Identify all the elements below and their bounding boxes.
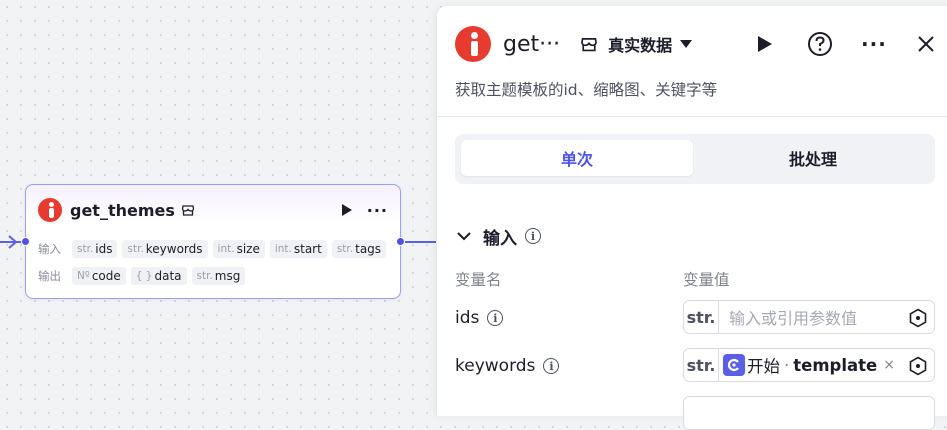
output-chip: Nº code [72,267,126,285]
inputs-label: 输入 [38,242,61,256]
ref-source-label: 开始 [747,357,780,376]
info-icon[interactable]: i [487,310,504,326]
node-inputs-row: 输入 str. ids str. keywords int. size int. sta… [38,240,391,258]
store-icon [581,38,598,52]
run-icon[interactable] [341,203,353,217]
outgoing-edge [405,241,436,243]
node-more-icon[interactable]: ··· [367,201,388,220]
param-name-keywords: keywords i [455,356,560,376]
variable-ref-icon[interactable] [908,356,928,376]
remove-ref-icon[interactable]: × [883,357,895,373]
edge-arrow-icon [8,235,18,249]
node-detail-panel: get··· 真实数据 ··· 获取主题模板的id、缩略图、关键字等 单次 批处… [436,6,947,430]
tab-single[interactable]: 单次 [461,140,693,176]
panel-more-icon[interactable]: ··· [861,32,887,56]
ids-input-placeholder[interactable]: 输入或引用参数值 [729,305,857,329]
tab-batch[interactable]: 批处理 [697,140,929,176]
node-outputs-row: 输出 Nº code { } data str. msg [38,267,250,285]
outputs-label: 输出 [38,269,61,283]
col-header-value: 变量值 [683,271,730,289]
info-icon[interactable]: i [525,228,541,244]
ids-value-field[interactable]: str. 输入或引用参数值 [683,300,935,334]
output-port[interactable] [396,237,405,246]
panel-description: 获取主题模板的id、缩略图、关键字等 [455,81,718,99]
type-str-label: str. [684,301,719,333]
plugin-logo-icon [455,26,491,62]
panel-title[interactable]: get··· [503,32,560,57]
store-icon [181,205,195,216]
chevron-down-icon[interactable] [457,231,471,241]
variable-ref-icon[interactable] [908,308,928,328]
input-chip: int. size [212,240,265,258]
output-chip: str. msg [191,267,246,285]
col-header-name: 变量名 [455,271,502,289]
param-name-ids: ids i [455,308,504,328]
caret-down-icon [680,40,693,48]
close-icon[interactable] [917,35,935,53]
node-title: get_themes [70,200,175,220]
data-mode-dropdown[interactable]: 真实数据 [608,32,693,56]
plugin-logo-icon [38,198,62,222]
run-icon[interactable] [757,35,773,53]
help-icon[interactable] [807,31,833,57]
ref-separator: · [784,355,790,375]
input-section-title: 输入 [483,228,517,249]
variable-reference-tag[interactable]: 开始 · template × [723,353,895,377]
input-chip: str. keywords [122,240,208,258]
input-chip: int. start [269,240,327,258]
keywords-value-field[interactable]: str. 开始 · template × [683,348,935,382]
input-chip: str. ids [72,240,118,258]
info-icon[interactable]: i [543,358,560,374]
input-section-header[interactable]: 输入 i [457,224,541,249]
data-mode-label: 真实数据 [608,36,673,55]
input-port[interactable] [21,237,30,246]
output-chip: { } data [130,267,187,285]
next-param-field[interactable] [683,396,935,430]
start-node-icon [723,354,745,376]
ref-variable-label: template [793,355,878,375]
input-chip: str. tags [331,240,387,258]
plugin-node-card[interactable]: get_themes ··· 输入 str. ids str. keywords i… [21,184,405,299]
type-str-label: str. [684,349,719,381]
divider [437,116,947,117]
run-mode-tabs: 单次 批处理 [455,134,935,184]
